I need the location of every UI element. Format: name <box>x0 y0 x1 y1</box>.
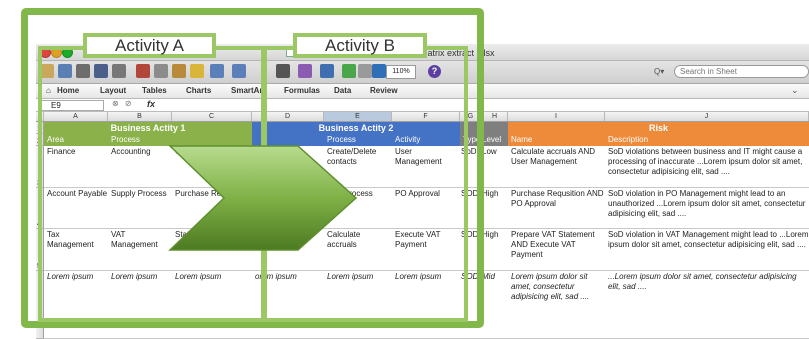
risk-description-cell[interactable]: SoD violation in PO Management might lea… <box>605 188 809 229</box>
level-cell[interactable]: Low <box>482 146 508 188</box>
risk-description-cell[interactable]: SoD violations between business and IT m… <box>605 146 809 188</box>
risk-name-cell[interactable]: Calculate accruals AND User Management <box>508 146 605 188</box>
activity-a-label: Activity A <box>83 33 216 58</box>
chevron-down-icon[interactable]: ⌄ <box>791 85 799 96</box>
column-header[interactable]: I <box>508 112 605 121</box>
risk-band[interactable]: Risk <box>508 122 809 134</box>
risk-name-cell[interactable]: Prepare VAT Statement AND Execute VAT Pa… <box>508 229 605 271</box>
description-header[interactable]: Description <box>605 134 809 146</box>
column-header[interactable]: J <box>605 112 809 121</box>
risk-description-cell[interactable]: SoD violation in VAT Management might le… <box>605 229 809 271</box>
chevron-arrow-icon <box>168 145 358 251</box>
level-header[interactable]: Level <box>482 134 508 146</box>
search-icon[interactable]: Q▾ <box>654 65 674 78</box>
level-cell[interactable]: Mid <box>482 271 508 339</box>
level-cell[interactable]: High <box>482 229 508 271</box>
sheet-search: Q▾ <box>654 65 809 78</box>
search-input[interactable] <box>674 65 809 78</box>
risk-name-cell[interactable]: Purchase Requsition AND PO Approval <box>508 188 605 229</box>
column-header[interactable]: H <box>482 112 508 121</box>
name-header[interactable]: Name <box>508 134 605 146</box>
activity-b-label: Activity B <box>293 33 427 58</box>
level-cell[interactable]: High <box>482 188 508 229</box>
risk-name-cell[interactable]: Lorem ipsum dolor sit amet, consectetur … <box>508 271 605 339</box>
risk-description-cell[interactable]: ...Lorem ipsum dolor sit amet, consectet… <box>605 271 809 339</box>
